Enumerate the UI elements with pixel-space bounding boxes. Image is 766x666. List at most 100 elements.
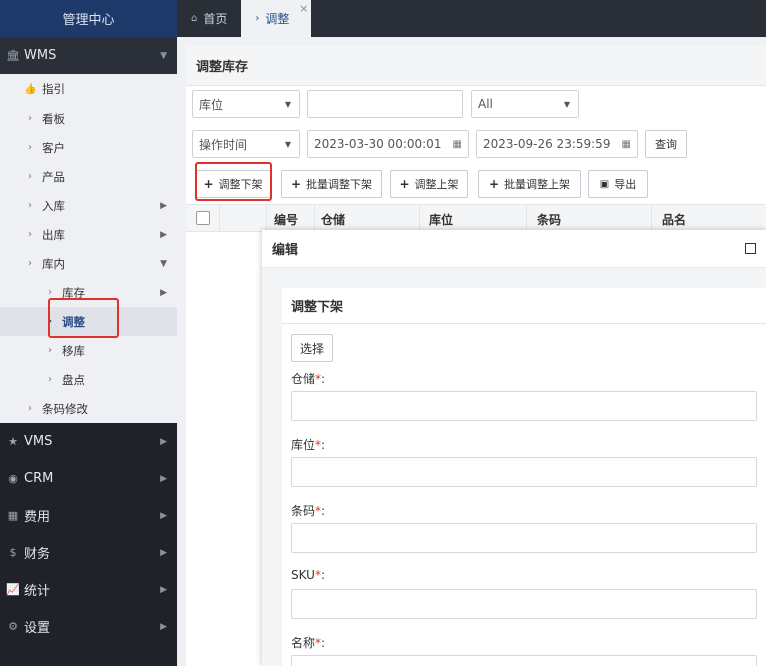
query-button[interactable]: 查询 <box>645 130 687 158</box>
maximize-icon[interactable] <box>745 243 756 254</box>
caret-down-icon: ▼ <box>160 50 167 61</box>
sidebar-item-label: WMS <box>24 48 57 63</box>
star-icon: ★ <box>8 435 18 448</box>
chevron-right-icon: › <box>48 345 52 356</box>
chevron-right-icon: › <box>48 374 52 385</box>
chevron-right-icon: › <box>28 258 32 269</box>
column-divider <box>526 205 527 233</box>
column-header[interactable]: 条码 <box>537 211 561 228</box>
chevron-right-icon: › <box>28 171 32 182</box>
calendar-icon: ▦ <box>621 138 631 150</box>
adjust-up-button[interactable]: + 调整上架 <box>390 170 468 198</box>
column-header[interactable]: 库位 <box>429 211 453 228</box>
caret-right-icon: ▶ <box>160 287 167 298</box>
plus-icon: + <box>290 177 302 191</box>
sidebar-item-vms[interactable]: ★ VMS ▶ <box>0 423 177 460</box>
batch-adjust-up-button[interactable]: + 批量调整上架 <box>478 170 581 198</box>
sidebar-item-internal[interactable]: › 库内 ▼ <box>0 249 177 278</box>
dollar-icon: $ <box>9 546 17 559</box>
chevron-right-icon: › <box>28 200 32 211</box>
chevron-right-icon: › <box>48 287 52 298</box>
sidebar-item-crm[interactable]: ◉ CRM ▶ <box>0 460 177 497</box>
sidebar-item-label: 统计 <box>24 584 51 599</box>
dialog-header: 编辑 <box>262 230 766 268</box>
end-time-input[interactable]: 2023-09-26 23:59:59 ▦ <box>476 130 638 158</box>
sidebar-item-guide[interactable]: 👍 指引 <box>0 74 177 104</box>
caret-right-icon: ▶ <box>160 547 167 558</box>
tab-adjust[interactable]: › 调整 × <box>241 0 312 37</box>
sidebar-item-outbound[interactable]: › 出库 ▶ <box>0 220 177 249</box>
sidebar-item-label: 指引 <box>42 82 65 96</box>
input-value: 2023-03-30 00:00:01 <box>314 137 442 151</box>
field-label-text: 仓储 <box>291 372 316 386</box>
chevron-right-icon: › <box>28 403 32 414</box>
sidebar-item-stats[interactable]: 📈 统计 ▶ <box>0 571 177 608</box>
export-button[interactable]: ▣ 导出 <box>588 170 648 198</box>
highlight-box <box>195 162 272 201</box>
caret-right-icon: ▶ <box>160 473 167 484</box>
time-type-select[interactable]: 操作时间 ▼ <box>192 130 300 158</box>
sidebar-item-finance[interactable]: $ 财务 ▶ <box>0 534 177 571</box>
label-suffix: : <box>321 438 326 452</box>
sidebar-item-inventory-check[interactable]: › 盘点 <box>0 365 177 394</box>
field-label-location: 库位*: <box>291 436 325 453</box>
status-select[interactable]: All ▼ <box>471 90 579 118</box>
location-input[interactable] <box>307 90 463 118</box>
sidebar-item-label: VMS <box>24 434 53 449</box>
app-title: 管理中心 <box>0 0 177 37</box>
sidebar-item-product[interactable]: › 产品 <box>0 162 177 191</box>
sku-field[interactable] <box>291 589 757 619</box>
tab-home[interactable]: ⌂ 首页 <box>177 0 241 37</box>
name-field[interactable] <box>291 655 757 666</box>
select-value: 操作时间 <box>199 137 248 152</box>
sidebar-item-label: 入库 <box>42 198 65 213</box>
export-icon: ▣ <box>599 178 610 190</box>
sidebar-item-label: 条码修改 <box>42 401 88 416</box>
column-divider <box>651 205 652 233</box>
column-header[interactable]: 品名 <box>662 211 686 228</box>
sidebar-item-barcode-edit[interactable]: › 条码修改 <box>0 394 177 423</box>
section-title: 调整下架 <box>282 288 766 324</box>
select-button[interactable]: 选择 <box>291 334 333 362</box>
dialog-body: 调整下架 选择 仓储*: 库位*: 条码*: SKU*: 名称*: <box>282 288 766 666</box>
column-header[interactable]: 仓储 <box>321 211 345 228</box>
select-all-checkbox[interactable] <box>196 211 210 225</box>
sidebar-item-fees[interactable]: ▦ 费用 ▶ <box>0 497 177 534</box>
column-divider <box>419 205 420 233</box>
sidebar-item-inbound[interactable]: › 入库 ▶ <box>0 191 177 220</box>
caret-down-icon: ▼ <box>563 99 570 109</box>
column-header[interactable]: 编号 <box>274 211 298 228</box>
sidebar-item-label: 设置 <box>24 621 51 636</box>
location-field[interactable] <box>291 457 757 487</box>
input-value: 2023-09-26 23:59:59 <box>483 137 611 151</box>
bank-icon: 🏛 <box>6 49 20 62</box>
caret-right-icon: ▶ <box>160 584 167 595</box>
caret-right-icon: ▶ <box>160 621 167 632</box>
barcode-field[interactable] <box>291 523 757 553</box>
batch-adjust-down-button[interactable]: + 批量调整下架 <box>281 170 382 198</box>
sidebar-item-settings[interactable]: ⚙ 设置 ▶ <box>0 608 177 645</box>
edit-dialog: 编辑 调整下架 选择 仓储*: 库位*: 条码*: SKU*: 名称*: <box>262 230 766 666</box>
sidebar-item-dashboard[interactable]: › 看板 <box>0 104 177 133</box>
start-time-input[interactable]: 2023-03-30 00:00:01 ▦ <box>307 130 469 158</box>
field-label-text: 库位 <box>291 438 316 452</box>
page-title: 调整库存 <box>186 46 766 86</box>
sidebar-item-customer[interactable]: › 客户 <box>0 133 177 162</box>
field-label-sku: SKU*: <box>291 568 325 582</box>
home-icon: ⌂ <box>191 13 198 24</box>
button-label: 批量调整下架 <box>306 178 373 191</box>
dialog-title: 编辑 <box>272 243 299 258</box>
close-icon[interactable]: × <box>299 3 308 14</box>
gear-icon: ⚙ <box>8 620 18 633</box>
warehouse-field[interactable] <box>291 391 757 421</box>
sidebar-item-wms[interactable]: 🏛 WMS ▼ <box>0 37 177 74</box>
sidebar-item-move[interactable]: › 移库 <box>0 336 177 365</box>
tab-label: 调整 <box>265 12 290 26</box>
field-label-text: 名称 <box>291 636 316 650</box>
field-label-text: 条码 <box>291 504 316 518</box>
button-label: 导出 <box>614 178 637 191</box>
table-header: 编号 仓储 库位 条码 品名 <box>186 204 766 233</box>
chevron-right-icon: › <box>28 229 32 240</box>
location-select[interactable]: 库位 ▼ <box>192 90 300 118</box>
tab-bar: ⌂ 首页 › 调整 × <box>177 0 766 37</box>
